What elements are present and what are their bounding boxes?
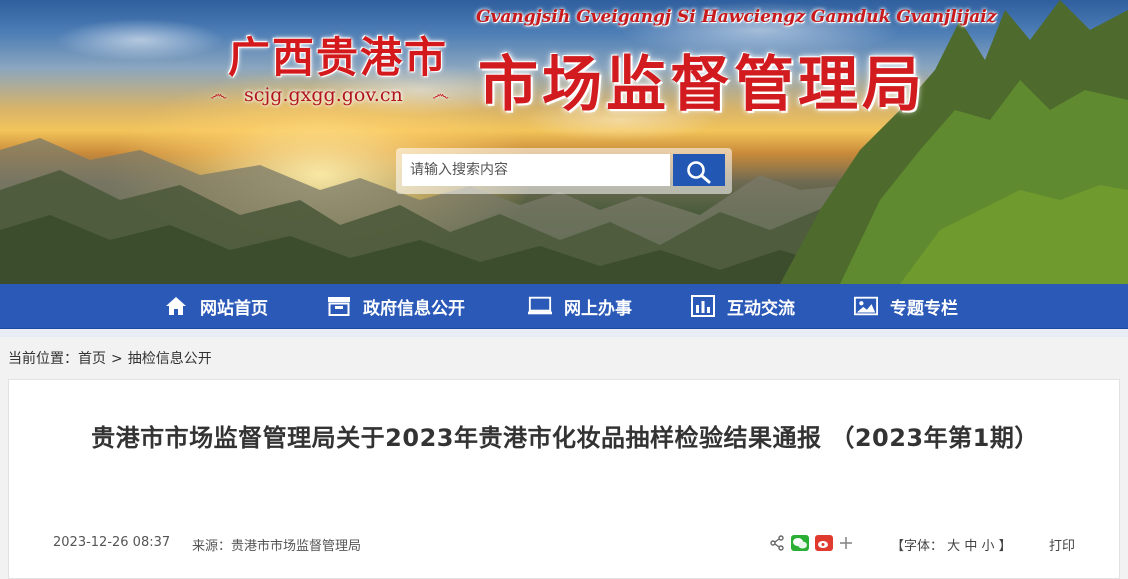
cloud-ornament-left-icon: ෴ — [210, 84, 228, 105]
nav-label: 网站首页 — [200, 298, 268, 319]
monitor-icon — [528, 294, 552, 318]
article-source: 来源：贵港市市场监督管理局 — [192, 539, 362, 554]
nav-label: 网上办事 — [564, 298, 632, 319]
search-icon — [687, 161, 711, 184]
breadcrumb-home-link[interactable]: 首页 — [78, 351, 106, 367]
site-name-region: 广西贵港市 — [228, 33, 449, 82]
article-title: 贵港市市场监督管理局关于2023年贵港市化妆品抽样检验结果通报 （2023年第1… — [91, 424, 1039, 452]
home-icon — [164, 294, 188, 318]
share-toolbar — [769, 535, 859, 551]
site-domain: scjg.gxgg.gov.cn — [244, 84, 403, 106]
breadcrumb: 当前位置：首页 > 抽检信息公开 — [8, 348, 212, 368]
bar-chart-icon — [691, 294, 715, 318]
nav-item-home[interactable]: 网站首页 — [164, 284, 268, 328]
header-banner: Gvangjsih Gveigangj Si Hawciengz Gamduk … — [0, 0, 1128, 284]
font-size-control: 【字体： 大 中 小 】 — [891, 535, 1012, 554]
nav-item-gov-info[interactable]: 政府信息公开 — [327, 284, 465, 328]
print-button[interactable]: 打印 — [1049, 535, 1075, 554]
nav-item-online-services[interactable]: 网上办事 — [528, 284, 632, 328]
weibo-icon[interactable] — [815, 535, 833, 551]
wechat-icon[interactable] — [791, 535, 809, 551]
breadcrumb-prefix: 当前位置： — [8, 351, 78, 367]
archive-icon — [327, 294, 351, 318]
main-nav: 网站首页 政府信息公开 网上办事 互动交流 专题专栏 — [0, 284, 1128, 329]
nav-item-special-topics[interactable]: 专题专栏 — [854, 284, 958, 328]
nav-label: 互动交流 — [727, 298, 795, 319]
plus-icon[interactable] — [839, 536, 853, 550]
site-name-agency: 市场监督管理局 — [478, 50, 926, 120]
nav-label: 政府信息公开 — [363, 298, 465, 319]
publish-date: 2023-12-26 08:37 — [53, 535, 171, 550]
breadcrumb-separator: > — [111, 351, 123, 367]
search-button[interactable] — [673, 154, 725, 186]
search-input[interactable] — [402, 154, 670, 186]
zhuang-language-name: Gvangjsih Gveigangj Si Hawciengz Gamduk … — [476, 7, 997, 27]
nav-item-interaction[interactable]: 互动交流 — [691, 284, 795, 328]
image-icon — [854, 294, 878, 318]
cloud-ornament-right-icon: ෴ — [432, 84, 450, 105]
nav-shadow-bar — [0, 329, 1128, 337]
share-icon[interactable] — [769, 535, 785, 551]
article-panel: 贵港市市场监督管理局关于2023年贵港市化妆品抽样检验结果通报 （2023年第1… — [8, 379, 1120, 579]
breadcrumb-current-link[interactable]: 抽检信息公开 — [128, 351, 212, 367]
nav-label: 专题专栏 — [890, 298, 958, 319]
